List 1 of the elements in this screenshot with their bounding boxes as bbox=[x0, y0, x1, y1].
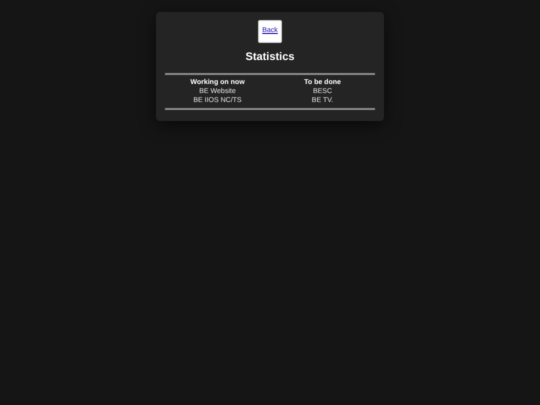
page-title: Statistics bbox=[246, 50, 294, 64]
